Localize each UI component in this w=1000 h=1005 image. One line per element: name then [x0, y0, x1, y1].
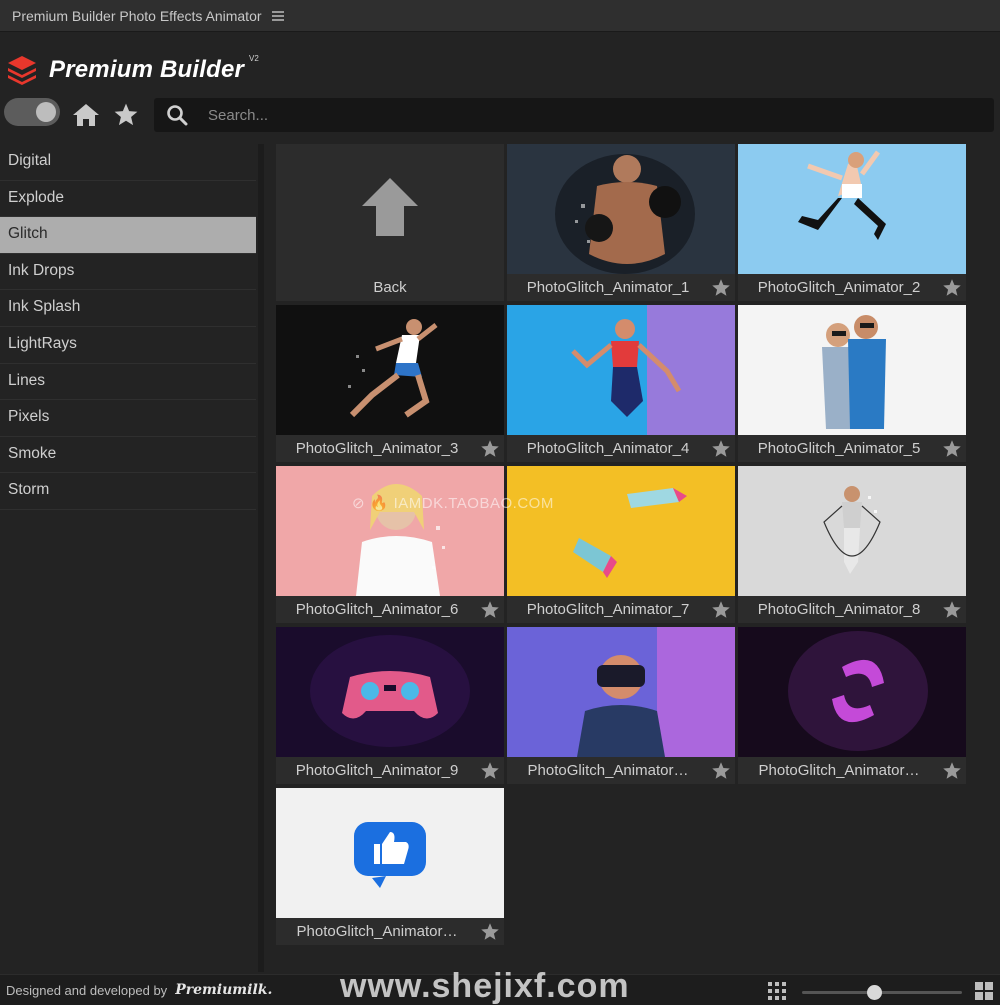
toolbar: [0, 96, 1000, 136]
back-thumb: [276, 144, 504, 274]
toggle-switch-icon[interactable]: [4, 98, 60, 126]
effect-label: PhotoGlitch_Animator_1: [526, 279, 690, 296]
effect-tile[interactable]: PhotoGlitch_Animator_7: [507, 466, 735, 623]
thumbnail-image: [507, 466, 735, 596]
thumbnail-image: [276, 788, 504, 918]
effect-thumbnail: [276, 305, 504, 435]
effect-tile[interactable]: PhotoGlitch_Animator_3: [276, 305, 504, 462]
sidebar-item-smoke[interactable]: Smoke: [0, 437, 256, 474]
effect-label: PhotoGlitch_Animator_5: [757, 440, 921, 457]
back-tile[interactable]: Back: [276, 144, 504, 301]
effect-label: PhotoGlitch_Animator…: [296, 923, 458, 940]
favorite-star-icon[interactable]: [942, 761, 962, 781]
back-label: Back: [373, 279, 407, 296]
effect-tile[interactable]: PhotoGlitch_Animator_6: [276, 466, 504, 623]
sidebar-item-ink-splash[interactable]: Ink Splash: [0, 290, 256, 327]
favorite-star-icon[interactable]: [480, 600, 500, 620]
effect-label: PhotoGlitch_Animator_9: [295, 762, 459, 779]
effect-label: PhotoGlitch_Animator_6: [295, 601, 459, 618]
list-view-icon[interactable]: [768, 982, 786, 1000]
effect-thumbnail: [276, 466, 504, 596]
effect-tile[interactable]: PhotoGlitch_Animator_4: [507, 305, 735, 462]
effect-thumbnail: [738, 144, 966, 274]
effect-tile[interactable]: PhotoGlitch_Animator_5: [738, 305, 966, 462]
window-title: Premium Builder Photo Effects Animator: [12, 7, 262, 24]
favorite-star-icon[interactable]: [942, 600, 962, 620]
site-watermark: www.shejixf.com: [340, 967, 630, 1005]
effect-thumbnail: [507, 305, 735, 435]
search-bar: [154, 98, 994, 132]
effect-tile[interactable]: PhotoGlitch_Animator…: [507, 627, 735, 784]
effect-label: PhotoGlitch_Animator_2: [757, 279, 921, 296]
effect-thumbnail: [507, 144, 735, 274]
effect-thumbnail: [738, 305, 966, 435]
effects-grid: Back PhotoGlitch_Animator_1 PhotoGlitch_A…: [276, 144, 968, 949]
search-icon: [167, 105, 188, 126]
thumbnail-size-slider[interactable]: [802, 985, 962, 1000]
effect-tile[interactable]: PhotoGlitch_Animator_8: [738, 466, 966, 623]
thumbnail-image: [276, 305, 504, 435]
search-input[interactable]: [208, 106, 994, 124]
sidebar-item-ink-drops[interactable]: Ink Drops: [0, 254, 256, 291]
category-sidebar: Digital Explode Glitch Ink Drops Ink Spl…: [0, 144, 258, 972]
sidebar-item-pixels[interactable]: Pixels: [0, 400, 256, 437]
sidebar-item-digital[interactable]: Digital: [0, 144, 256, 181]
effect-tile[interactable]: PhotoGlitch_Animator_9: [276, 627, 504, 784]
thumbnail-image: [555, 154, 695, 274]
arrow-up-icon: [362, 178, 418, 236]
brand-version: V2: [249, 54, 259, 63]
effect-thumbnail: [738, 466, 966, 596]
menu-icon[interactable]: [271, 10, 284, 21]
star-icon[interactable]: [112, 102, 140, 128]
brand-header: Premium Builder V2: [0, 44, 259, 96]
thumbnail-image: [276, 627, 504, 757]
thumbnail-image: [276, 466, 504, 596]
favorite-star-icon[interactable]: [942, 439, 962, 459]
favorite-star-icon[interactable]: [711, 278, 731, 298]
effect-label: PhotoGlitch_Animator_8: [757, 601, 921, 618]
thumbnail-image: [738, 466, 966, 596]
effect-tile[interactable]: PhotoGlitch_Animator…: [276, 788, 504, 945]
sidebar-item-explode[interactable]: Explode: [0, 181, 256, 218]
favorite-star-icon[interactable]: [711, 761, 731, 781]
panel-divider[interactable]: [258, 144, 264, 972]
sidebar-item-lines[interactable]: Lines: [0, 364, 256, 401]
slider-handle[interactable]: [867, 985, 882, 1000]
sidebar-item-glitch[interactable]: Glitch: [0, 217, 256, 254]
effect-tile[interactable]: PhotoGlitch_Animator_2: [738, 144, 966, 301]
favorite-star-icon[interactable]: [711, 600, 731, 620]
layers-icon: [8, 56, 36, 85]
effect-label: PhotoGlitch_Animator…: [527, 762, 689, 779]
effect-label: PhotoGlitch_Animator_4: [526, 440, 690, 457]
thumbnail-image: [507, 627, 735, 757]
effect-label: PhotoGlitch_Animator…: [758, 762, 920, 779]
favorite-star-icon[interactable]: [480, 922, 500, 942]
brand-name: Premium Builder: [49, 56, 245, 83]
thumbnail-image: [738, 627, 966, 757]
developer-signature: Premiumilk.: [175, 982, 273, 998]
thumbnail-image: [738, 305, 966, 435]
home-icon[interactable]: [72, 102, 100, 128]
effect-label: PhotoGlitch_Animator_7: [526, 601, 690, 618]
effect-thumbnail: [507, 627, 735, 757]
thumbnail-image: [507, 305, 735, 435]
thumbnail-image: [798, 150, 886, 240]
favorite-star-icon[interactable]: [480, 439, 500, 459]
sidebar-item-lightrays[interactable]: LightRays: [0, 327, 256, 364]
title-bar: Premium Builder Photo Effects Animator: [0, 0, 1000, 32]
footer-bar: Designed and developed by Premiumilk. ww…: [0, 967, 1000, 1005]
effect-thumbnail: [276, 627, 504, 757]
favorite-star-icon[interactable]: [480, 761, 500, 781]
grid-view-icon[interactable]: [975, 982, 993, 1000]
effect-label: PhotoGlitch_Animator_3: [295, 440, 459, 457]
favorite-star-icon[interactable]: [942, 278, 962, 298]
favorite-star-icon[interactable]: [711, 439, 731, 459]
effect-tile[interactable]: PhotoGlitch_Animator_1: [507, 144, 735, 301]
effect-thumbnail: [738, 627, 966, 757]
effect-thumbnail: [507, 466, 735, 596]
sidebar-item-storm[interactable]: Storm: [0, 473, 256, 510]
effect-tile[interactable]: PhotoGlitch_Animator…: [738, 627, 966, 784]
credit-text: Designed and developed by: [6, 982, 168, 998]
effect-thumbnail: [276, 788, 504, 918]
